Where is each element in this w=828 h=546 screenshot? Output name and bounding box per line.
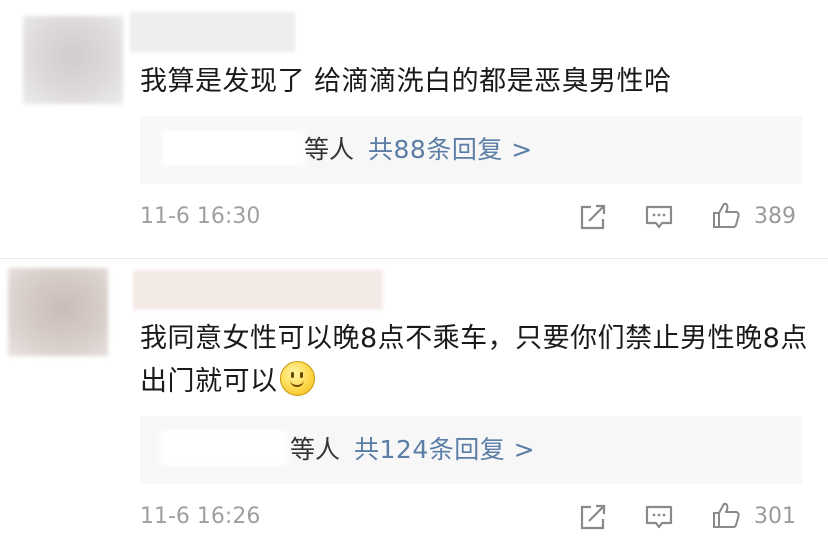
comment-item: 我同意女性可以晚8点不乘车，只要你们禁止男性晚8点出门就可以 等人 共124条回复… xyxy=(0,258,828,546)
view-replies-link[interactable]: 共124条回复 > xyxy=(354,435,535,464)
comment-text-body: 我同意女性可以晚8点不乘车，只要你们禁止男性晚8点出门就可以 xyxy=(140,323,808,397)
like-icon[interactable] xyxy=(711,500,741,530)
reply-suffix: 等人 xyxy=(304,135,355,164)
replies-preview[interactable]: 等人 共88条回复 > xyxy=(140,116,802,184)
replies-preview[interactable]: 等人 共124条回复 > xyxy=(140,416,802,484)
view-replies-link[interactable]: 共88条回复 > xyxy=(368,135,533,164)
avatar[interactable] xyxy=(8,268,108,356)
comment-text: 我同意女性可以晚8点不乘车，只要你们禁止男性晚8点出门就可以 xyxy=(140,317,810,403)
username-blurred[interactable] xyxy=(130,12,295,52)
reply-summary: 等人 共88条回复 > xyxy=(304,132,533,168)
timestamp: 11-6 16:30 xyxy=(140,204,261,229)
comment-icon[interactable] xyxy=(644,502,674,532)
comment-icon[interactable] xyxy=(644,202,674,232)
like-icon[interactable] xyxy=(711,200,741,230)
reply-username-blurred xyxy=(160,430,288,466)
comment-item: 我算是发现了 给滴滴洗白的都是恶臭男性哈 等人 共88条回复 > 11-6 16:… xyxy=(0,0,828,258)
reply-summary: 等人 共124条回复 > xyxy=(290,432,535,468)
reply-suffix: 等人 xyxy=(290,435,341,464)
username-blurred[interactable] xyxy=(133,270,383,310)
timestamp: 11-6 16:26 xyxy=(140,504,261,529)
like-count: 389 xyxy=(754,204,796,229)
comment-text: 我算是发现了 给滴滴洗白的都是恶臭男性哈 xyxy=(140,66,672,97)
reply-username-blurred xyxy=(162,130,306,166)
like-count: 301 xyxy=(754,504,796,529)
avatar[interactable] xyxy=(23,16,123,104)
comment-footer: 11-6 16:30 389 xyxy=(140,198,800,238)
comment-footer: 11-6 16:26 301 xyxy=(140,498,800,538)
smile-emoji-icon xyxy=(279,361,315,396)
forward-icon[interactable] xyxy=(578,202,608,232)
forward-icon[interactable] xyxy=(578,502,608,532)
